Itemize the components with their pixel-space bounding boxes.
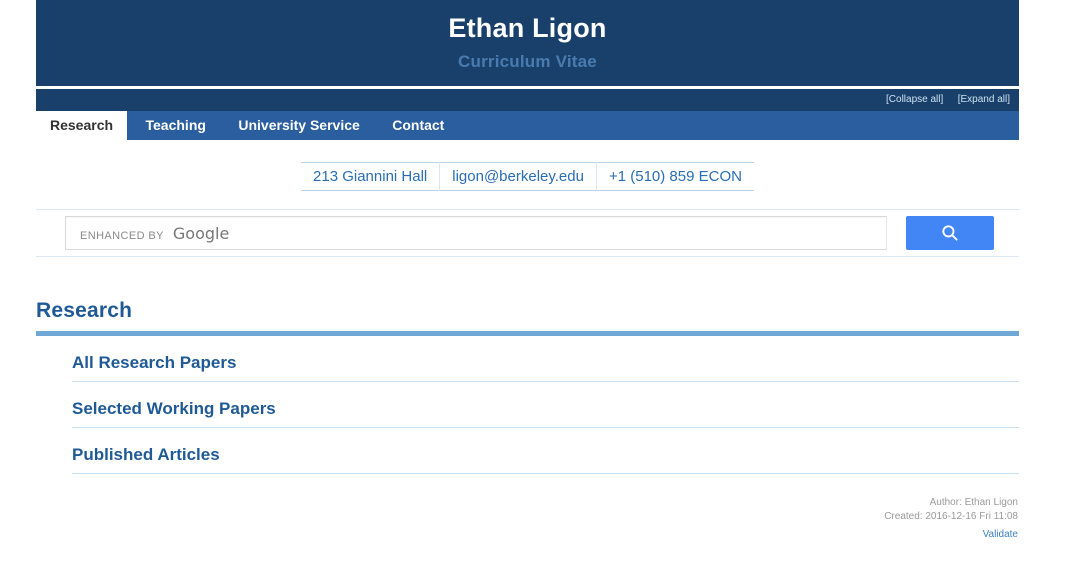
contact-email[interactable]: ligon@berkeley.edu: [439, 162, 597, 191]
validate-link[interactable]: Validate: [983, 529, 1018, 540]
contact-phone[interactable]: +1 (510) 859 ECON: [595, 162, 754, 191]
tab-teaching[interactable]: Teaching: [132, 111, 220, 140]
main-navigation: Research Teaching University Service Con…: [36, 111, 1019, 140]
page-subtitle: Curriculum Vitae: [458, 52, 597, 72]
google-branding: ENHANCED BY Google: [66, 224, 229, 243]
search-input-wrapper[interactable]: ENHANCED BY Google: [65, 216, 887, 250]
research-outline-list: All Research Papers Selected Working Pap…: [36, 336, 1019, 474]
list-item: All Research Papers: [72, 336, 1019, 382]
google-wordmark: Google: [172, 223, 230, 243]
list-item: Published Articles: [72, 428, 1019, 474]
footer-author: Author: Ethan Ligon: [929, 497, 1018, 508]
footer-created: Created: 2016-12-16 Fri 11:08: [884, 511, 1018, 522]
masthead: Ethan Ligon Curriculum Vitae: [36, 0, 1019, 86]
content-area: 213 Giannini Hall ligon@berkeley.edu +1 …: [36, 140, 1019, 542]
collapse-expand-bar: [Collapse all] [Expand all]: [36, 89, 1019, 111]
footer: Author: Ethan Ligon Created: 2016-12-16 …: [36, 496, 1019, 542]
enhanced-by-label: ENHANCED BY: [80, 229, 164, 242]
contact-info-table: 213 Giannini Hall ligon@berkeley.edu +1 …: [301, 162, 754, 191]
page-root: Ethan Ligon Curriculum Vitae [Collapse a…: [0, 0, 1080, 575]
link-selected-working-papers[interactable]: Selected Working Papers: [72, 399, 276, 418]
contact-office[interactable]: 213 Giannini Hall: [301, 163, 440, 191]
page-title: Ethan Ligon: [448, 13, 607, 43]
tab-university-service[interactable]: University Service: [224, 111, 373, 140]
collapse-all-link[interactable]: [Collapse all]: [886, 89, 943, 111]
link-all-research-papers[interactable]: All Research Papers: [72, 353, 236, 372]
search-bar: ENHANCED BY Google: [36, 209, 1019, 257]
tab-research[interactable]: Research: [36, 111, 128, 140]
search-submit-button[interactable]: [906, 216, 994, 250]
expand-all-link[interactable]: [Expand all]: [958, 89, 1010, 111]
link-published-articles[interactable]: Published Articles: [72, 445, 220, 464]
list-item: Selected Working Papers: [72, 382, 1019, 428]
search-icon: [941, 224, 959, 242]
tab-contact[interactable]: Contact: [378, 111, 458, 140]
section-heading-research: Research: [36, 299, 1019, 336]
table-row: 213 Giannini Hall ligon@berkeley.edu +1 …: [301, 162, 754, 191]
